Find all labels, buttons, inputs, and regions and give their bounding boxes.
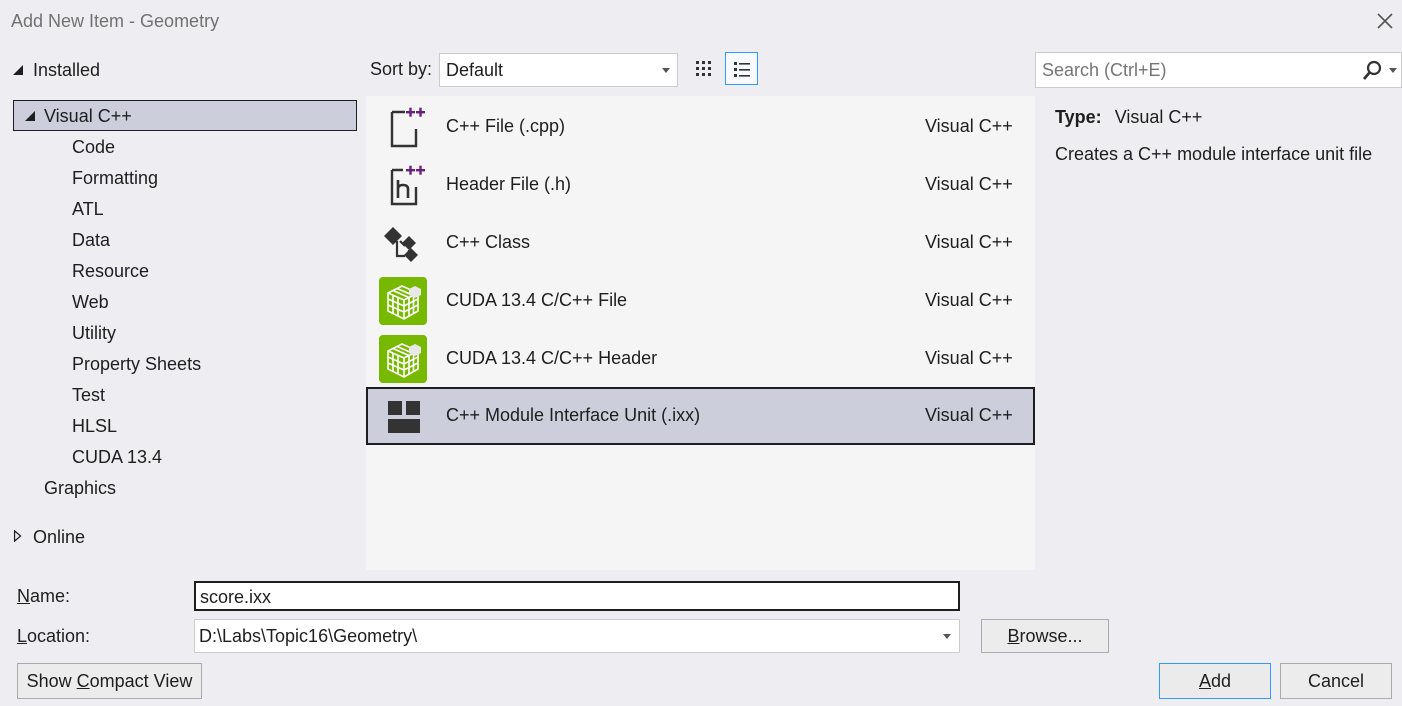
browse-accesskey: B — [1007, 626, 1020, 646]
item-language: Visual C++ — [925, 405, 1013, 425]
item-description: Creates a C++ module interface unit file — [1055, 144, 1373, 164]
tree-label-visual-cpp: Visual C++ — [44, 106, 132, 126]
module-interface-icon — [388, 401, 420, 433]
close-icon[interactable] — [1374, 10, 1396, 32]
item-name: CUDA 13.4 C/C++ File — [446, 290, 628, 310]
chevron-down-icon[interactable] — [943, 634, 951, 639]
tree-node-property-sheets[interactable]: Property Sheets — [72, 349, 201, 379]
name-label: Name: — [17, 586, 70, 607]
tree-node-cuda[interactable]: CUDA 13.4 — [72, 442, 162, 472]
window-title: Add New Item - Geometry — [11, 11, 220, 31]
add-label: dd — [1210, 671, 1232, 691]
tree-label-installed: Installed — [33, 60, 101, 80]
cuda-header-icon — [379, 335, 427, 383]
small-icons-view-button[interactable] — [688, 53, 721, 86]
list-item-cpp-class[interactable]: C++ Class Visual C++ — [366, 214, 1035, 272]
item-language: Visual C++ — [925, 232, 1013, 252]
cpp-file-icon — [390, 107, 425, 148]
list-view-icon — [734, 62, 750, 77]
type-label: Type: — [1055, 107, 1102, 127]
item-name: Header File (.h) — [446, 174, 572, 194]
list-item-module-interface-unit[interactable]: C++ Module Interface Unit (.ixx) Visual … — [366, 387, 1035, 445]
browse-label: rowse... — [1019, 626, 1083, 646]
expanded-triangle-icon[interactable] — [24, 110, 36, 122]
tree-node-graphics[interactable]: Graphics — [44, 473, 116, 503]
tree-node-hlsl[interactable]: HLSL — [72, 411, 117, 441]
cuda-file-icon — [379, 277, 427, 325]
sort-value: Default — [446, 60, 504, 80]
item-name: C++ Module Interface Unit (.ixx) — [446, 405, 701, 425]
location-label-text: ocation: — [27, 626, 91, 646]
title-bar: Add New Item - Geometry — [0, 0, 1402, 44]
show-compact-view-button[interactable]: Show Compact View — [17, 663, 202, 699]
tree-node-data[interactable]: Data — [72, 225, 110, 255]
item-language: Visual C++ — [925, 290, 1013, 310]
add-button[interactable]: Add — [1159, 663, 1271, 699]
search-box[interactable] — [1035, 52, 1402, 88]
sort-label: Sort by: — [370, 59, 433, 79]
tree-node-utility[interactable]: Utility — [72, 318, 116, 348]
tree-node-code[interactable]: Code — [72, 132, 115, 162]
item-name: CUDA 13.4 C/C++ Header — [446, 348, 658, 368]
grid-view-icon — [696, 61, 711, 76]
add-accesskey: A — [1198, 671, 1211, 691]
list-item-cuda-file[interactable]: CUDA 13.4 C/C++ File Visual C++ — [366, 272, 1035, 330]
list-item-cuda-header[interactable]: CUDA 13.4 C/C++ Header Visual C++ — [366, 330, 1035, 388]
item-name: C++ File (.cpp) — [446, 116, 566, 136]
search-icon[interactable] — [1361, 60, 1383, 82]
compact-label-pre: Show — [26, 671, 77, 691]
tree-label-online: Online — [33, 527, 86, 547]
list-item-cpp-file[interactable]: C++ File (.cpp) Visual C++ — [366, 98, 1035, 156]
list-view-button[interactable] — [725, 52, 758, 85]
compact-accesskey: C — [76, 671, 90, 691]
name-value: score.ixx — [200, 587, 272, 607]
search-input[interactable] — [1042, 58, 1342, 82]
tree-node-formatting[interactable]: Formatting — [72, 163, 158, 193]
compact-label-rest: ompact View — [89, 671, 193, 691]
item-language: Visual C++ — [925, 116, 1013, 136]
type-row: Type: Visual C++ — [1055, 107, 1202, 128]
collapsed-triangle-icon[interactable] — [12, 530, 24, 542]
location-value: D:\Labs\Topic16\Geometry\ — [199, 626, 418, 646]
type-value: Visual C++ — [1114, 107, 1203, 127]
tree-node-atl[interactable]: ATL — [72, 194, 104, 224]
tree-node-web[interactable]: Web — [72, 287, 109, 317]
tree-node-resource[interactable]: Resource — [72, 256, 149, 286]
header-file-icon — [390, 165, 425, 206]
name-input[interactable]: score.ixx — [194, 581, 960, 611]
sort-dropdown[interactable]: Default — [439, 53, 678, 87]
item-language: Visual C++ — [925, 174, 1013, 194]
template-tree: Installed Visual C++ Code Formatting ATL… — [0, 52, 360, 572]
location-label-accesskey: L — [17, 626, 28, 646]
expanded-triangle-icon[interactable] — [12, 64, 24, 76]
tree-node-visual-cpp[interactable]: Visual C++ — [13, 100, 357, 131]
browse-button[interactable]: Browse... — [981, 619, 1109, 653]
tree-node-test[interactable]: Test — [72, 380, 105, 410]
cancel-button[interactable]: Cancel — [1280, 663, 1392, 699]
name-label-text: ame: — [30, 586, 71, 606]
list-item-header-file[interactable]: Header File (.h) Visual C++ — [366, 156, 1035, 214]
item-language: Visual C++ — [925, 348, 1013, 368]
chevron-down-icon[interactable] — [1389, 68, 1397, 73]
chevron-down-icon — [662, 68, 670, 73]
name-label-accesskey: N — [17, 586, 30, 606]
item-name: C++ Class — [446, 232, 531, 252]
location-label: Location: — [17, 626, 90, 647]
location-combobox[interactable]: D:\Labs\Topic16\Geometry\ — [194, 619, 960, 653]
item-list: C++ File (.cpp) Visual C++ Header File (… — [366, 96, 1035, 570]
cpp-class-icon — [384, 227, 418, 262]
